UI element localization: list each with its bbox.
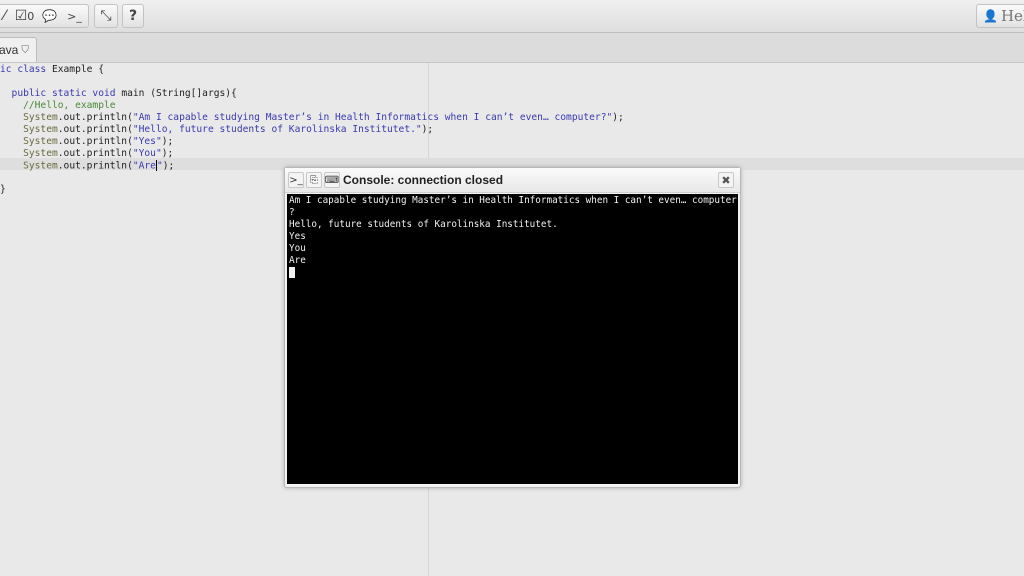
console-window: >_ ⎘ ⌨ Console: connection closed ✖ Am I… xyxy=(284,167,741,488)
shield-icon: ⛉ xyxy=(21,44,29,56)
code-token: .out.println( xyxy=(57,148,133,159)
code-token: "Yes" xyxy=(132,136,162,147)
code-token: System xyxy=(0,148,58,159)
code-token: Example { xyxy=(51,64,104,75)
code-line: System.out.println("Hello, future studen… xyxy=(0,124,433,136)
terminal-icon[interactable]: >_ xyxy=(288,172,304,188)
code-token: System xyxy=(0,160,58,172)
code-line: } xyxy=(0,184,6,196)
code-line: public static void main (String[]args){ xyxy=(0,88,237,100)
code-line: System.out.println("Am I capable studyin… xyxy=(0,112,624,124)
code-token: ic xyxy=(0,64,18,75)
console-header: >_ ⎘ ⌨ Console: connection closed ✖ xyxy=(285,168,740,193)
tab-label: ava xyxy=(0,43,19,57)
code-token: main (String[]args){ xyxy=(121,88,237,99)
code-token: "Hello, future students of Karolinska In… xyxy=(132,124,422,135)
close-icon[interactable]: ✖ xyxy=(718,172,734,188)
console-output-line: ? xyxy=(289,207,295,218)
code-token: .out.println( xyxy=(57,160,133,172)
console-title: Console: connection closed xyxy=(343,173,504,187)
code-token: System xyxy=(0,124,58,135)
console-output-line: You xyxy=(289,243,306,254)
console-cursor-line xyxy=(289,267,736,279)
code-line: System.out.println("Are"); xyxy=(0,160,174,172)
toolbar-button-group: ⁄ ☑ 0 💬 >_ xyxy=(0,4,89,28)
user-menu-button[interactable]: 👤 Hele xyxy=(976,4,1024,28)
top-toolbar: ⁄ ☑0 💬 >_ ⤡ ? 👤 Hele xyxy=(0,0,1024,33)
console-output-line: Hello, future students of Karolinska Ins… xyxy=(289,219,558,230)
code-line: System.out.println("Yes"); xyxy=(0,136,173,148)
code-token: static xyxy=(51,88,93,99)
checklist-count: 0 xyxy=(27,9,35,23)
code-token: ); xyxy=(421,124,434,135)
console-output-line: Am I capable studying Master’s in Health… xyxy=(289,195,737,206)
code-token: } xyxy=(0,184,6,195)
code-token: //Hello, example xyxy=(0,100,116,111)
code-token: ); xyxy=(612,112,624,123)
user-icon: 👤 xyxy=(983,9,998,23)
code-token: "Am I capable studying Master’s in Healt… xyxy=(132,112,613,123)
console-output-line: Are xyxy=(289,255,306,266)
code-token: public xyxy=(0,88,52,99)
code-token: void xyxy=(92,88,122,99)
help-button[interactable]: ? xyxy=(122,4,144,28)
file-tab-bar: ava ⛉ xyxy=(0,33,1024,63)
code-token: "You" xyxy=(132,148,162,159)
keyboard-icon[interactable]: ⌨ xyxy=(324,172,340,188)
code-line: System.out.println("You"); xyxy=(0,148,173,160)
user-name: Hele xyxy=(1000,7,1024,25)
hammer-icon[interactable]: ⁄ xyxy=(0,5,12,27)
terminal-cursor xyxy=(289,267,295,278)
code-token: .out.println( xyxy=(57,136,133,147)
code-token: .out.println( xyxy=(57,124,133,135)
code-token: ); xyxy=(161,136,174,147)
chat-icon[interactable]: 💬 xyxy=(38,5,62,27)
console-output-line: Yes xyxy=(289,231,306,242)
code-token: ); xyxy=(162,160,175,172)
tab-java-file[interactable]: ava ⛉ xyxy=(0,37,37,62)
terminal-icon[interactable]: >_ xyxy=(62,5,88,27)
copy-icon[interactable]: ⎘ xyxy=(306,172,322,188)
code-token: System xyxy=(0,112,58,123)
code-line: //Hello, example xyxy=(0,100,116,112)
code-token: ); xyxy=(161,148,174,159)
code-token: "Are xyxy=(132,160,156,172)
code-token: .out.println( xyxy=(57,112,133,123)
code-line: ic class Example { xyxy=(0,64,104,76)
code-token: System xyxy=(0,136,58,147)
code-token: class xyxy=(17,64,52,75)
console-output[interactable]: Am I capable studying Master’s in Health… xyxy=(287,194,738,484)
shrink-icon[interactable]: ⤡ xyxy=(94,4,118,28)
checklist-icon[interactable]: ☑ 0 xyxy=(12,5,38,27)
